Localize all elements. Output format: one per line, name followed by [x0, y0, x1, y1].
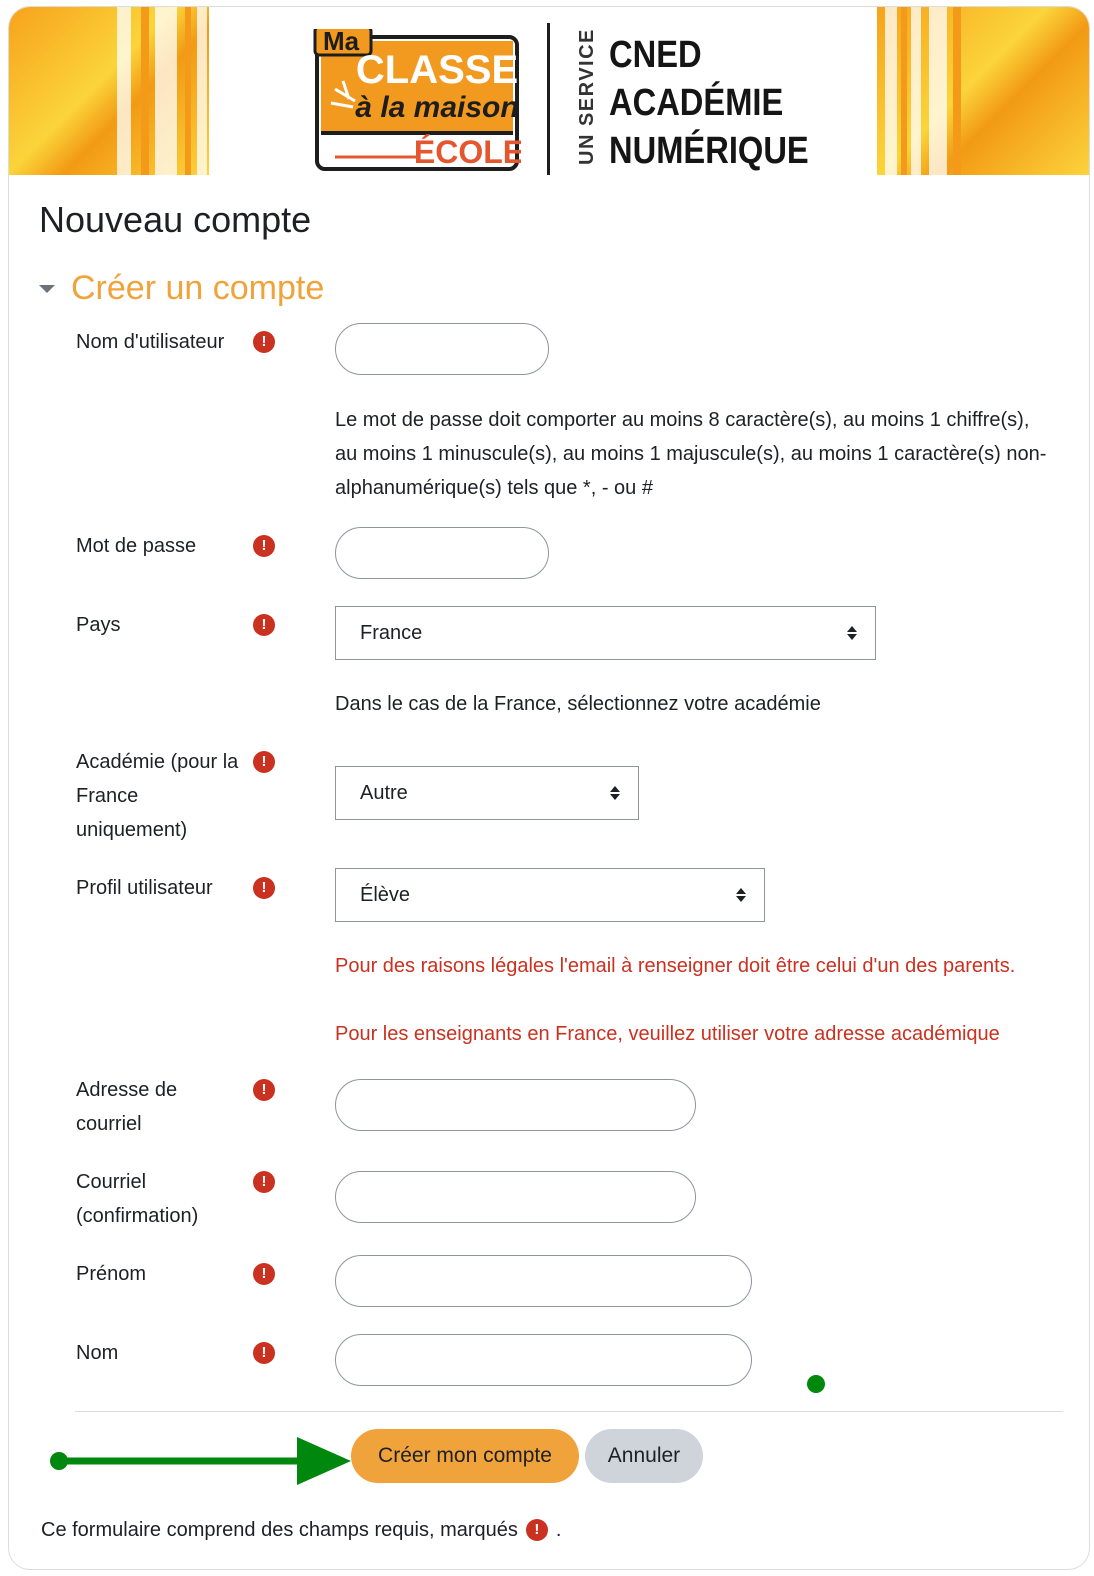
academy-select[interactable]: Autre	[335, 766, 639, 820]
username-label: Nom d'utilisateur	[76, 331, 225, 353]
ma-classe-a-la-maison-logo: Ma CLASSE à la maison ÉCOLE	[313, 25, 524, 173]
password-input[interactable]	[335, 527, 549, 579]
required-icon: !	[253, 1263, 275, 1285]
profile-label: Profil utilisateur	[76, 877, 213, 899]
email-confirm-label: Courriel (confirmation)	[76, 1171, 199, 1227]
svg-text:à la maison: à la maison	[355, 91, 518, 124]
decorative-stripes-left	[9, 7, 209, 175]
brand-line-academie: ACADÉMIE	[609, 82, 784, 124]
country-select-value: France	[360, 622, 423, 644]
signup-card: Ma CLASSE à la maison ÉCOLE UN SERVICE C…	[8, 6, 1090, 1570]
create-account-button[interactable]: Créer mon compte	[351, 1429, 579, 1483]
svg-text:Ma: Ma	[323, 29, 360, 56]
lastname-label: Nom	[76, 1342, 119, 1364]
green-marker-dot	[807, 1375, 825, 1393]
required-icon: !	[253, 614, 275, 636]
password-label: Mot de passe	[76, 535, 197, 557]
username-input[interactable]	[335, 323, 549, 375]
cancel-button[interactable]: Annuler	[585, 1429, 703, 1483]
required-icon: !	[525, 1519, 548, 1541]
svg-text:CLASSE: CLASSE	[356, 48, 518, 92]
academy-label: Académie (pour la France uniquement)	[76, 751, 239, 841]
required-icon: !	[253, 535, 275, 557]
logo-divider	[547, 23, 550, 175]
page-title: Nouveau compte	[39, 199, 312, 240]
green-arrow-icon	[50, 1437, 351, 1485]
teacher-email-note: Pour les enseignants en France, veuillez…	[335, 1023, 1000, 1045]
required-icon: !	[253, 751, 275, 773]
required-icon: !	[253, 877, 275, 899]
un-service-label: UN SERVICE	[576, 29, 598, 165]
legal-email-note: Pour des raisons légales l'email à rense…	[335, 955, 1016, 977]
required-icon: !	[253, 1079, 275, 1101]
select-arrows-icon	[847, 624, 857, 642]
profile-select[interactable]: Élève	[335, 868, 765, 922]
select-arrows-icon	[610, 784, 620, 802]
required-fields-note: Ce formulaire comprend des champs requis…	[41, 1513, 561, 1547]
cned-brand: CNED ACADÉMIE NUMÉRIQUE	[609, 31, 841, 175]
academy-select-value: Autre	[360, 782, 408, 804]
select-arrows-icon	[736, 886, 746, 904]
svg-text:UN SERVICE: UN SERVICE	[576, 29, 598, 165]
svg-text:ÉCOLE: ÉCOLE	[414, 134, 521, 170]
firstname-label: Prénom	[76, 1263, 147, 1285]
required-icon: !	[253, 331, 275, 353]
collapse-caret-icon	[39, 284, 55, 293]
header-banner: Ma CLASSE à la maison ÉCOLE UN SERVICE C…	[9, 7, 1089, 175]
profile-select-value: Élève	[360, 884, 411, 906]
password-policy-text: Le mot de passe doit comporter au moins …	[335, 409, 1047, 499]
country-help-text: Dans le cas de la France, sélectionnez v…	[335, 693, 821, 715]
brand-line-numerique: NUMÉRIQUE	[609, 130, 809, 172]
required-fields-note-text: Ce formulaire comprend des champs requis…	[41, 1519, 518, 1541]
form-divider	[75, 1411, 1063, 1412]
firstname-input[interactable]	[335, 1255, 752, 1307]
lastname-input[interactable]	[335, 1334, 752, 1386]
email-confirm-input[interactable]	[335, 1171, 696, 1223]
section-toggle-create-account[interactable]: Créer un compte	[39, 269, 324, 308]
brand-line-cned: CNED	[609, 34, 702, 76]
country-select[interactable]: France	[335, 606, 876, 660]
section-title: Créer un compte	[71, 269, 325, 307]
required-icon: !	[253, 1171, 275, 1193]
decorative-stripes-right	[877, 7, 1089, 175]
email-input[interactable]	[335, 1079, 696, 1131]
country-label: Pays	[76, 614, 121, 636]
required-icon: !	[253, 1342, 275, 1364]
email-label: Adresse de courriel	[76, 1079, 178, 1135]
required-fields-note-period: .	[555, 1519, 562, 1541]
